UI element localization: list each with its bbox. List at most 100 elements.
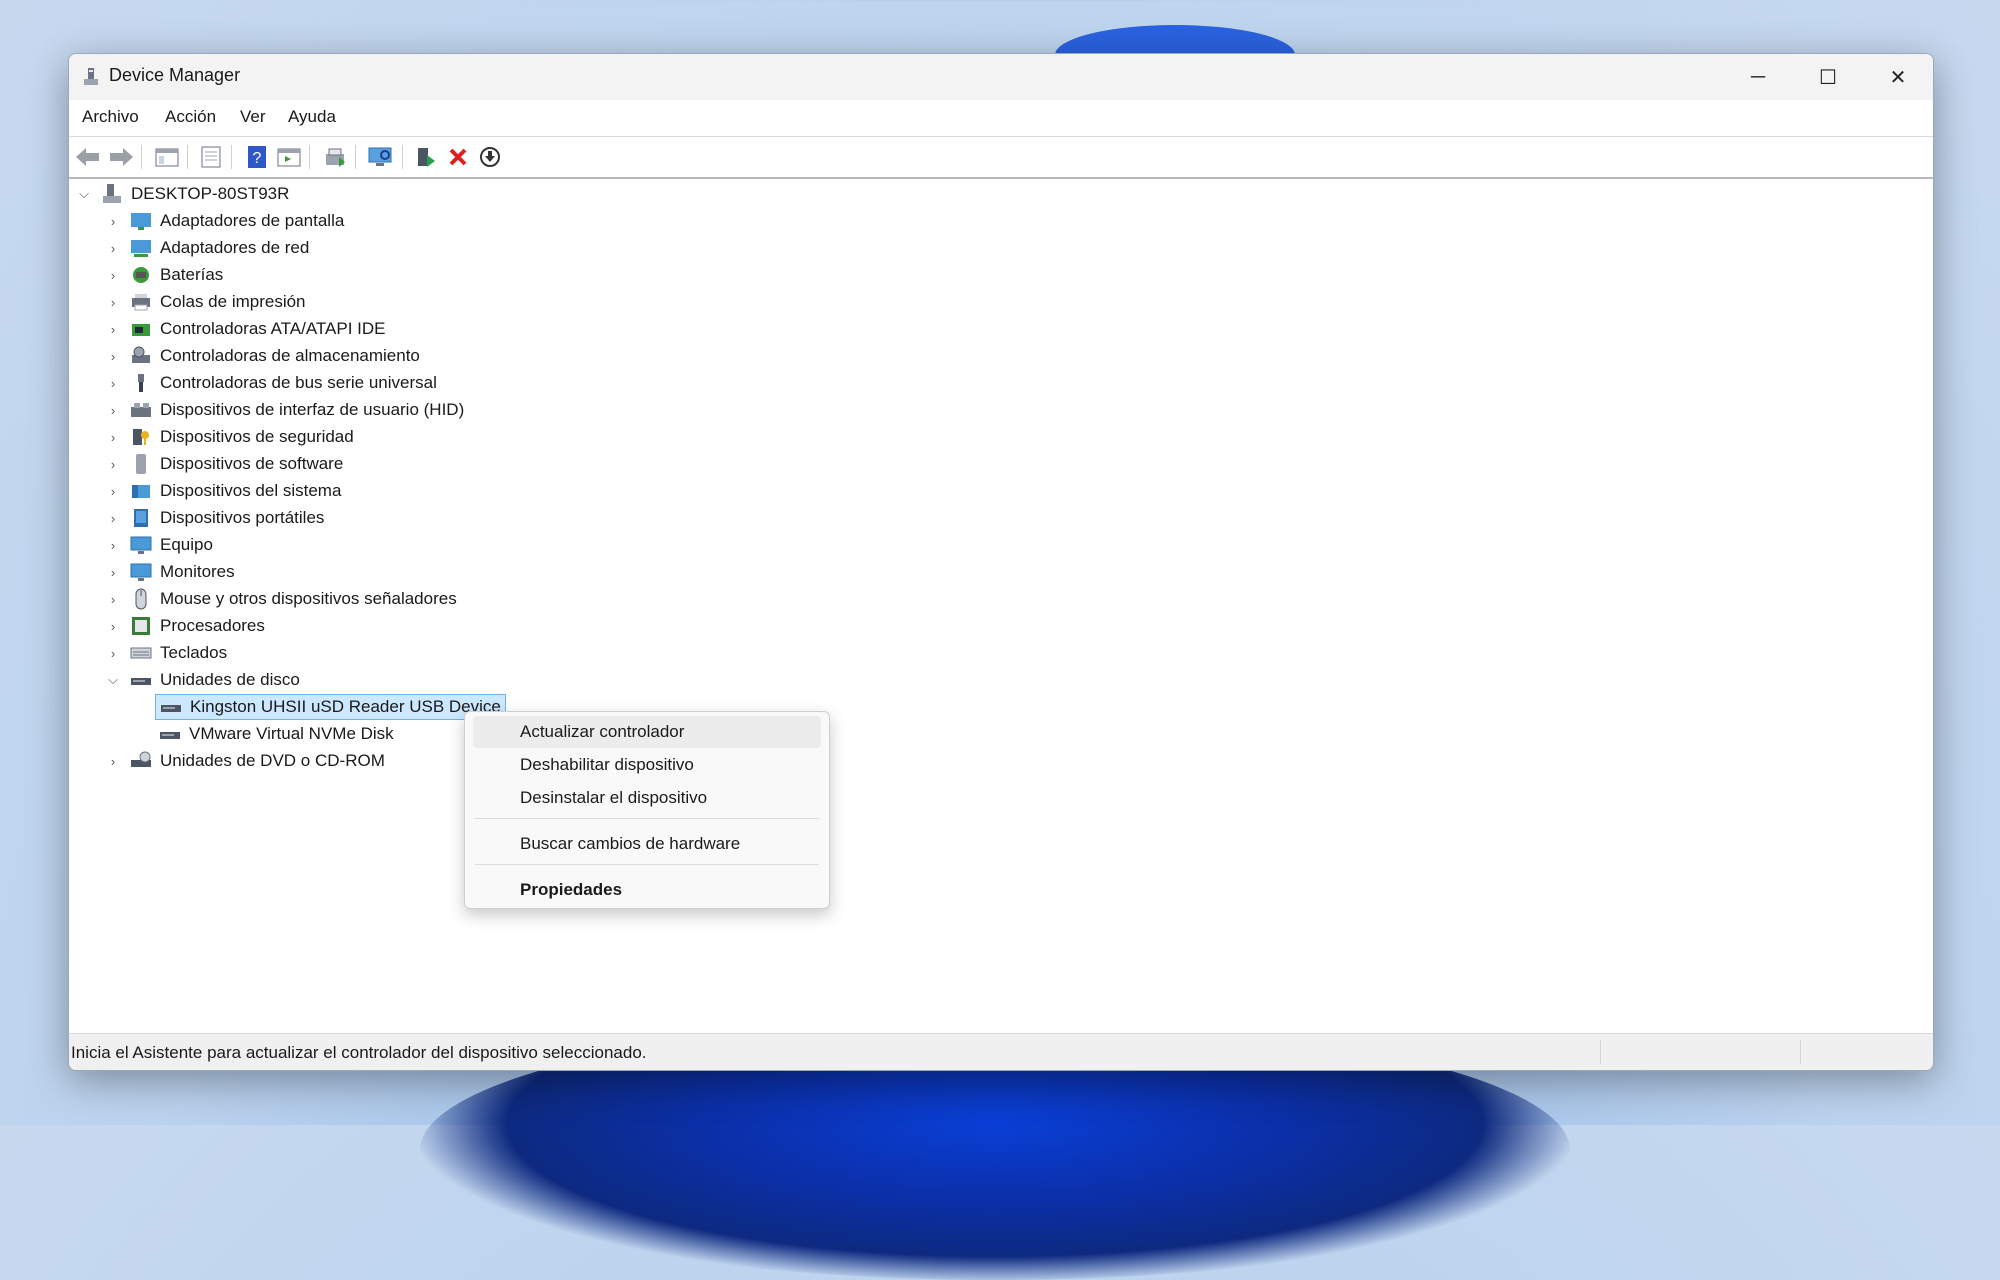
menu-accion[interactable]: Acción [165,107,216,127]
tree-category[interactable]: › Adaptadores de pantalla [106,208,344,234]
download-icon [480,147,500,167]
title-bar[interactable]: Device Manager ─ ☐ ✕ [69,54,1933,100]
toolbar-separator [402,145,403,169]
selected-device[interactable]: Kingston UHSII uSD Reader USB Device [155,694,506,720]
menu-update-driver[interactable]: Actualizar controlador [473,716,821,748]
chevron-right-icon[interactable]: › [106,403,120,418]
menu-uninstall-device[interactable]: Desinstalar el dispositivo [473,782,821,814]
properties-button[interactable] [197,143,225,171]
menu-properties[interactable]: Propiedades [473,874,821,906]
tree-category[interactable]: › Equipo [106,532,213,558]
menu-bar: Archivo Acción Ver Ayuda [69,100,1933,137]
category-label: Dispositivos de interfaz de usuario (HID… [160,400,465,419]
network-adapter-icon [131,240,151,257]
tree-category[interactable]: › Controladoras de almacenamiento [106,343,420,369]
monitor-icon [130,563,152,581]
category-label: Dispositivos del sistema [160,481,342,500]
chevron-down-icon[interactable]: ⌵ [106,672,120,687]
toolbar-separator [355,145,356,169]
battery-icon [133,267,149,283]
chevron-right-icon[interactable]: › [106,619,120,634]
menu-scan-hardware[interactable]: Buscar cambios de hardware [473,828,821,860]
menu-disable-device[interactable]: Deshabilitar dispositivo [473,749,821,781]
chevron-right-icon[interactable]: › [106,295,120,310]
menu-archivo[interactable]: Archivo [82,107,139,127]
scan-hardware-button[interactable] [366,143,394,171]
chevron-right-icon[interactable]: › [106,592,120,607]
show-hide-tree-button[interactable] [153,143,181,171]
chevron-right-icon[interactable]: › [106,268,120,283]
tree-category[interactable]: › Adaptadores de red [106,235,309,261]
chevron-right-icon[interactable]: › [106,430,120,445]
tree-root[interactable]: ⌵ DESKTOP-80ST93R [77,181,289,207]
chevron-right-icon[interactable]: › [106,646,120,661]
maximize-button[interactable]: ☐ [1793,54,1863,100]
back-button[interactable] [74,143,102,171]
tree-category[interactable]: › Dispositivos de interfaz de usuario (HI… [106,397,464,423]
chevron-right-icon[interactable]: › [106,754,120,769]
category-label: Procesadores [160,616,265,635]
device-label: VMware Virtual NVMe Disk [189,724,394,743]
menu-ver[interactable]: Ver [240,107,266,127]
uninstall-icon [449,148,467,166]
tree-category[interactable]: › Unidades de DVD o CD-ROM [106,748,385,774]
tree-category[interactable]: › Controladoras ATA/ATAPI IDE [106,316,386,342]
chevron-right-icon[interactable]: › [106,484,120,499]
download-button[interactable] [476,143,504,171]
tree-category-expanded[interactable]: ⌵ Unidades de disco [106,667,300,693]
category-label: Colas de impresión [160,292,306,311]
tree-category[interactable]: › Dispositivos del sistema [106,478,342,504]
category-label: Controladoras ATA/ATAPI IDE [160,319,386,338]
chevron-right-icon[interactable]: › [106,241,120,256]
forward-button[interactable] [107,143,135,171]
uninstall-device-button[interactable] [444,143,472,171]
tree-category[interactable]: › Dispositivos de seguridad [106,424,354,450]
device-item-selected[interactable]: Kingston UHSII uSD Reader USB Device [155,694,506,720]
tree-category[interactable]: › Baterías [106,262,223,288]
chevron-right-icon[interactable]: › [106,457,120,472]
chevron-right-icon[interactable]: › [106,538,120,553]
disk-drive-icon [160,732,180,739]
chevron-right-icon[interactable]: › [106,565,120,580]
display-adapter-icon [131,213,151,230]
status-text: Inicia el Asistente para actualizar el c… [71,1043,647,1062]
forward-arrow-icon [110,148,133,166]
tree-category[interactable]: › Dispositivos portátiles [106,505,324,531]
chevron-right-icon[interactable]: › [106,511,120,526]
toolbar-separator [309,145,310,169]
processor-icon [132,617,150,635]
minimize-button[interactable]: ─ [1723,54,1793,100]
tree-category[interactable]: › Procesadores [106,613,265,639]
minimize-icon: ─ [1750,65,1766,88]
close-icon: ✕ [1889,66,1907,89]
tree-category[interactable]: › Teclados [106,640,227,666]
add-driver-icon [418,148,435,167]
chevron-down-icon[interactable]: ⌵ [77,186,91,201]
back-arrow-icon [76,148,99,166]
tree-category[interactable]: › Monitores [106,559,235,585]
status-bar: Inicia el Asistente para actualizar el c… [69,1033,1933,1070]
view-button[interactable] [275,143,303,171]
chevron-right-icon[interactable]: › [106,322,120,337]
help-button[interactable]: ? [243,143,271,171]
device-item[interactable]: VMware Virtual NVMe Disk [159,721,394,747]
tree-category[interactable]: › Colas de impresión [106,289,306,315]
menu-ayuda[interactable]: Ayuda [288,107,336,127]
chevron-right-icon[interactable]: › [106,214,120,229]
update-driver-button[interactable] [321,143,349,171]
add-driver-button[interactable] [412,143,440,171]
category-label: Dispositivos portátiles [160,508,325,527]
toolbar-separator [187,145,188,169]
help-icon: ? [248,146,266,168]
category-label: Baterías [160,265,224,284]
tree-category[interactable]: › Dispositivos de software [106,451,343,477]
close-button[interactable]: ✕ [1863,54,1933,100]
category-label: Unidades de disco [160,670,300,689]
tree-category[interactable]: › Controladoras de bus serie universal [106,370,437,396]
computer-icon [103,184,121,203]
context-menu: Actualizar controlador Deshabilitar disp… [464,711,830,909]
tree-category[interactable]: › Mouse y otros dispositivos señaladores [106,586,457,612]
device-tree[interactable]: ⌵ DESKTOP-80ST93R › Adaptadores de pantal… [69,180,1933,1034]
chevron-right-icon[interactable]: › [106,349,120,364]
chevron-right-icon[interactable]: › [106,376,120,391]
